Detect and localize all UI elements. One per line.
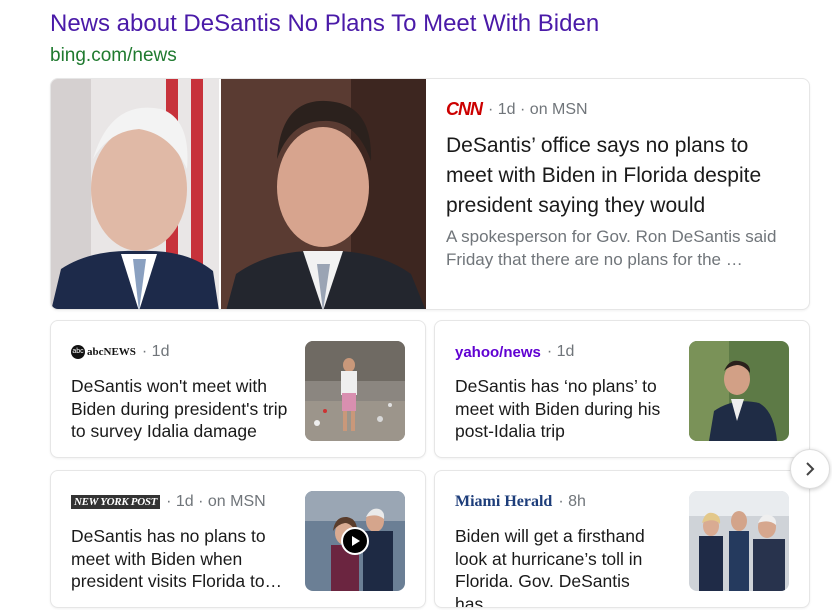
news-card-nypost[interactable]: NEW YORK POST · 1d · on MSN DeSantis has… [50,470,426,608]
featured-news-card[interactable]: CNN · 1d · on MSN DeSantis’ office says … [50,78,810,310]
news-card-yahoo[interactable]: yahoo/news · 1d DeSantis has ‘no plans’ … [434,320,810,458]
card-meta: abc abcNEWS · 1d [71,343,169,361]
card-thumbnail [689,341,789,441]
news-card-abc[interactable]: abc abcNEWS · 1d DeSantis won't meet wit… [50,320,426,458]
card-meta: yahoo/news · 1d [455,343,574,361]
yahoo-news-logo: yahoo/news [455,343,541,361]
card-headline[interactable]: DeSantis won't meet with Biden during pr… [71,375,296,443]
card-thumbnail [689,491,789,591]
featured-snippet: A spokesperson for Gov. Ron DeSantis sai… [446,227,777,269]
card-meta-text: · 1d · on MSN [166,493,266,510]
featured-meta-text: · 1d · on MSN [488,100,588,118]
featured-image [51,79,426,309]
miami-herald-logo: Miami Herald [455,493,553,510]
card-meta: NEW YORK POST · 1d · on MSN [71,493,266,511]
card-meta-text: · 1d [546,343,575,360]
card-meta-text: · 8h [558,493,586,510]
play-icon[interactable] [341,527,369,555]
card-thumbnail [305,341,405,441]
card-thumbnail[interactable] [305,491,405,591]
abc-news-logo: abc abcNEWS [71,345,136,359]
featured-meta: CNN · 1d · on MSN [446,99,588,120]
cnn-logo: CNN [446,99,483,119]
chevron-right-icon [806,462,815,476]
news-heading-link[interactable]: News about DeSantis No Plans To Meet Wit… [50,10,599,38]
card-headline[interactable]: Biden will get a firsthand look at hurri… [455,525,680,607]
card-meta: Miami Herald · 8h [455,493,586,511]
featured-headline[interactable]: DeSantis’ office says no plans to meet w… [446,131,796,221]
source-url: bing.com/news [50,45,177,66]
card-headline[interactable]: DeSantis has no plans to meet with Biden… [71,525,296,593]
news-card-miami-herald[interactable]: Miami Herald · 8h Biden will get a first… [434,470,810,608]
ny-post-logo: NEW YORK POST [71,495,161,509]
card-meta-text: · 1d [141,343,170,360]
next-carousel-button[interactable] [790,449,830,489]
card-headline[interactable]: DeSantis has ‘no plans’ to meet with Bid… [455,375,680,443]
